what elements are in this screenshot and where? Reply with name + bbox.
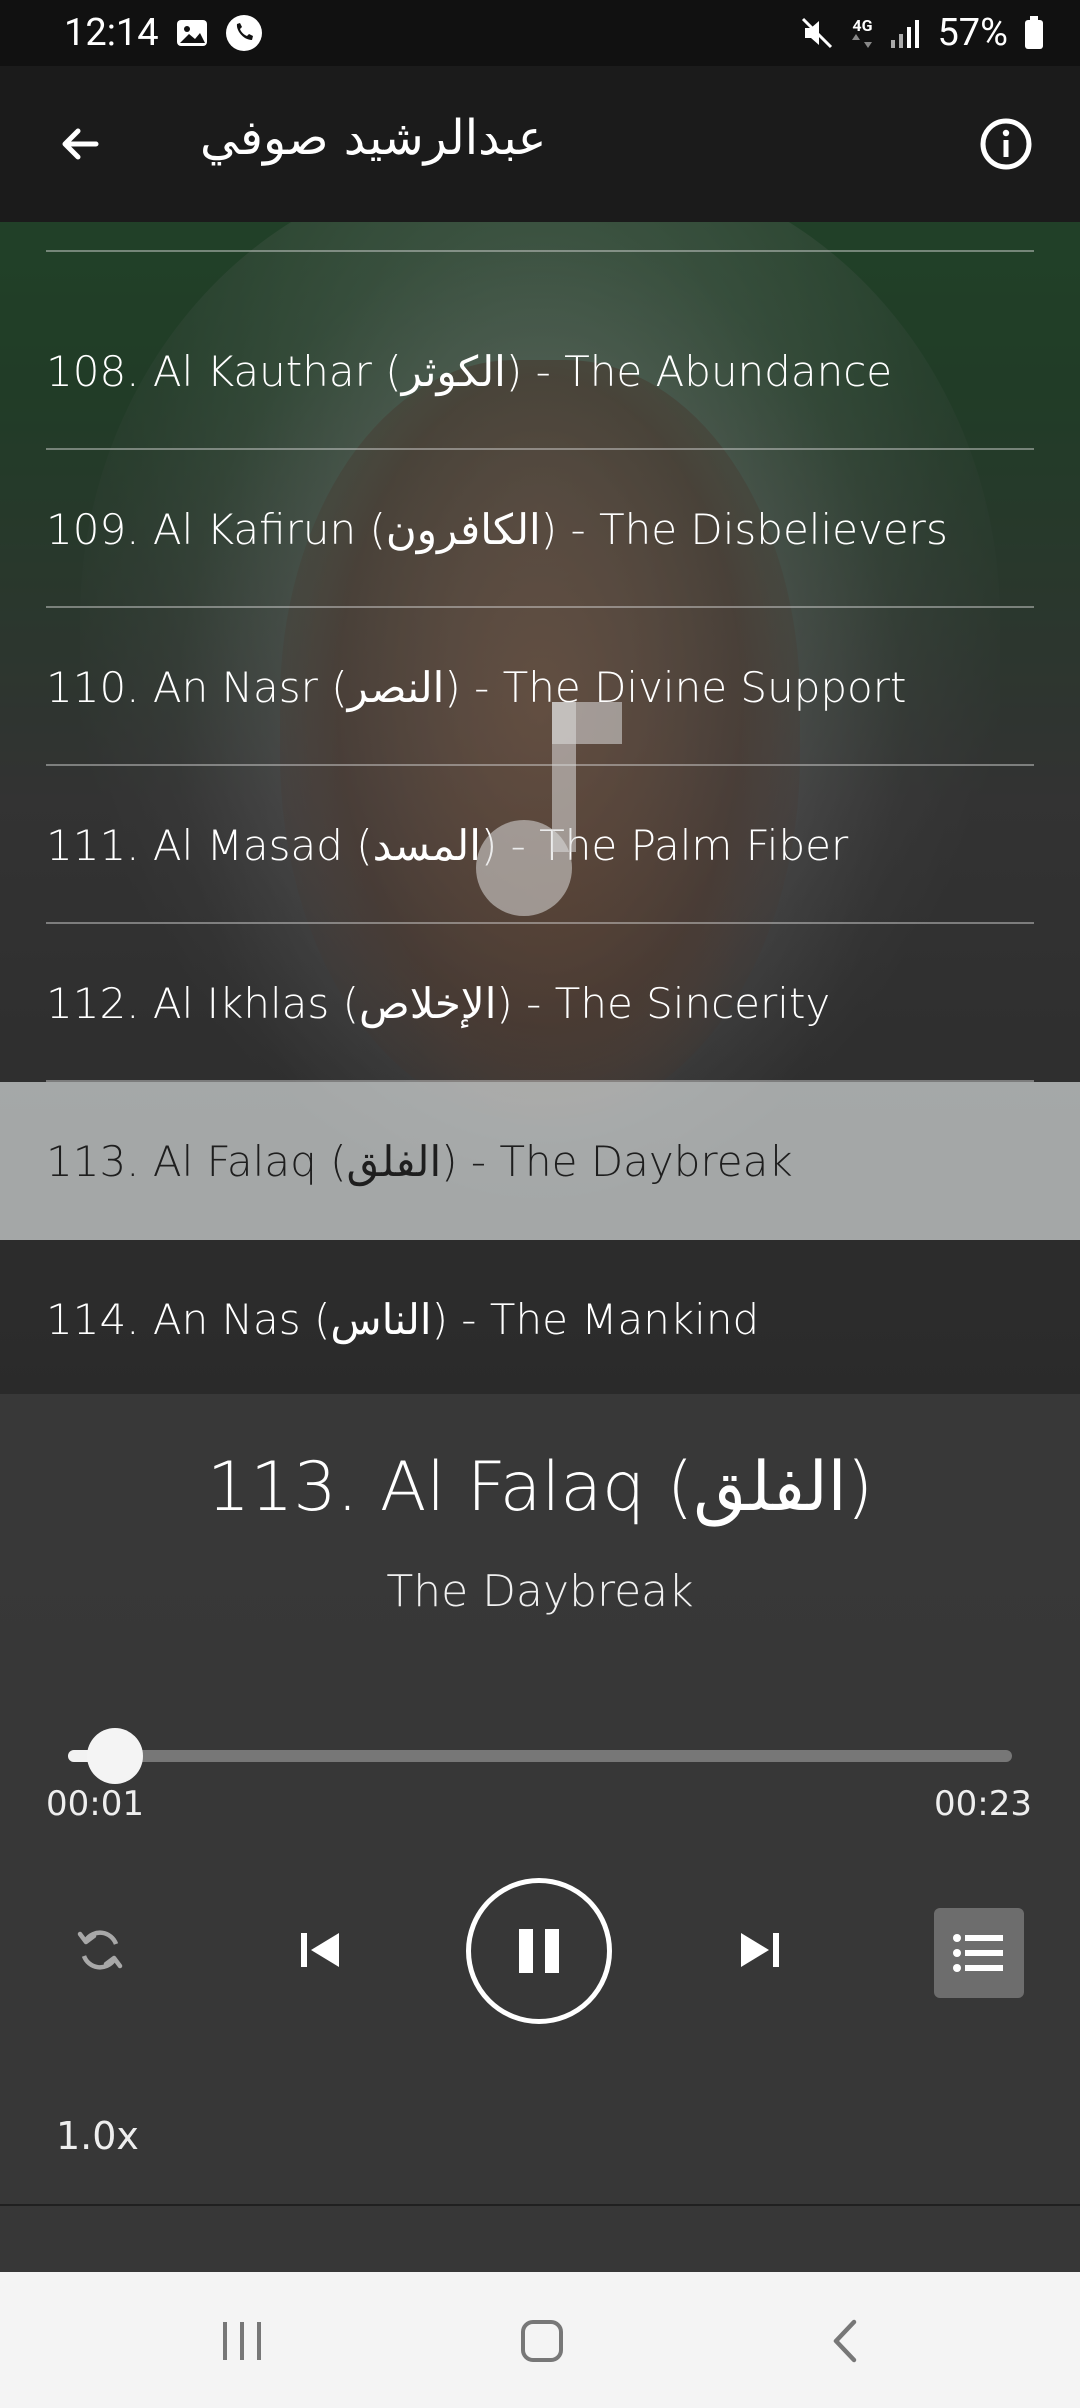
track-row[interactable]: 110. An Nasr (النصر) - The Divine Suppor… [0, 608, 1080, 766]
pause-icon [519, 1929, 559, 1973]
player-panel: 113. Al Falaq (الفلق) The Daybreak 00:01… [0, 1394, 1080, 2272]
playback-speed[interactable]: 1.0x [56, 2114, 139, 2158]
status-left: 12:14 [64, 11, 263, 55]
total-time: 00:23 [934, 1784, 1032, 1824]
back-button[interactable] [42, 106, 118, 182]
skip-previous-icon [301, 1933, 339, 1967]
track-row[interactable]: 111. Al Masad (المسد) - The Palm Fiber [0, 766, 1080, 924]
track-row[interactable]: 114. An Nas (الناس) - The Mankind [0, 1240, 1080, 1394]
app-title: عبدالرشيد صوفي [200, 110, 547, 166]
battery-level: 57% [937, 11, 1008, 55]
track-row[interactable]: 112. Al Ikhlas (الإخلاص) - The Sincerity [0, 924, 1080, 1082]
app-bar: عبدالرشيد صوفي [0, 66, 1080, 222]
battery-icon [1024, 16, 1044, 50]
repeat-button[interactable] [60, 1910, 140, 1990]
repeat-icon [77, 1930, 123, 1970]
mute-icon [799, 15, 835, 51]
signal-icon [889, 18, 921, 48]
track-list[interactable]: 108. Al Kauthar (الكوثر) - The Abundance… [0, 222, 1080, 1394]
now-playing-subtitle: The Daybreak [386, 1566, 694, 1617]
status-right: 4G 57% [799, 11, 1044, 55]
phone-icon [225, 14, 263, 52]
next-button[interactable] [720, 1910, 800, 1990]
track-row[interactable]: 108. Al Kauthar (الكوثر) - The Abundance [0, 292, 1080, 450]
recent-apps-button[interactable] [202, 2306, 282, 2376]
track-label: 110. An Nasr (النصر) - The Divine Suppor… [46, 662, 907, 712]
info-button[interactable] [968, 106, 1044, 182]
home-button[interactable] [502, 2306, 582, 2376]
arrow-left-icon [62, 128, 99, 160]
track-label: 113. Al Falaq (الفلق) - The Daybreak [46, 1136, 793, 1186]
track-label: 112. Al Ikhlas (الإخلاص) - The Sincerity [46, 978, 831, 1028]
track-label: 109. Al Kafirun (الكافرون) - The Disbeli… [46, 504, 948, 554]
gallery-icon [175, 16, 209, 50]
system-nav-bar [0, 2272, 1080, 2408]
track-row-partial[interactable] [46, 222, 1034, 252]
seek-bar[interactable] [68, 1728, 1012, 1784]
status-bar: 12:14 4G 57% [0, 0, 1080, 66]
track-row[interactable]: 109. Al Kafirun (الكافرون) - The Disbeli… [0, 450, 1080, 608]
current-time: 00:01 [46, 1784, 144, 1824]
seek-bar-thumb[interactable] [87, 1728, 144, 1784]
track-label: 111. Al Masad (المسد) - The Palm Fiber [46, 820, 849, 870]
playlist-icon [953, 1934, 1003, 1972]
network-4g-icon: 4G [851, 18, 873, 48]
recent-apps-icon [223, 2322, 261, 2360]
track-label: 114. An Nas (الناس) - The Mankind [46, 1294, 760, 1344]
previous-button[interactable] [280, 1910, 360, 1990]
playlist-button[interactable] [934, 1908, 1024, 1998]
track-row-selected[interactable]: 113. Al Falaq (الفلق) - The Daybreak [0, 1082, 1080, 1240]
network-label: 4G [852, 16, 873, 35]
track-label: 108. Al Kauthar (الكوثر) - The Abundance [46, 346, 893, 396]
status-time: 12:14 [64, 11, 159, 55]
now-playing-title: 113. Al Falaq (الفلق) [206, 1448, 874, 1527]
skip-next-icon [741, 1933, 779, 1967]
home-icon [521, 2320, 563, 2362]
back-nav-button[interactable] [806, 2306, 886, 2376]
info-icon [980, 118, 1032, 170]
back-icon [833, 2319, 857, 2363]
divider [0, 2204, 1080, 2206]
pause-button[interactable] [466, 1878, 612, 2024]
